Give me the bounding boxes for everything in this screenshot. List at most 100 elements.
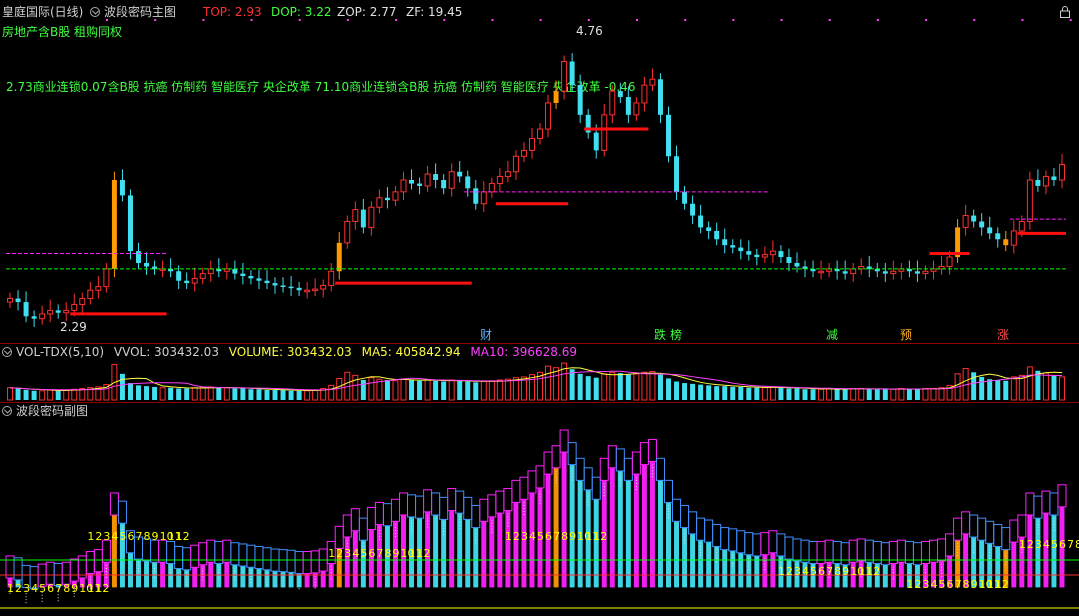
volume-bar (730, 386, 736, 400)
candle-body (601, 114, 608, 151)
band-box (647, 438, 657, 462)
band-box (543, 451, 553, 475)
volume-bar (585, 376, 591, 400)
volume-bar (328, 384, 335, 401)
volume-bar (168, 387, 174, 400)
top-dot-marker (925, 19, 928, 21)
band-box (182, 547, 192, 571)
histogram-bar (144, 560, 150, 588)
volume-bar (199, 387, 206, 401)
band-box (366, 506, 376, 530)
histogram-bar (674, 521, 680, 588)
candle-body (480, 191, 487, 205)
counter-label: 12 (176, 530, 190, 543)
candle-body (520, 149, 527, 157)
candle-body (360, 209, 366, 228)
candle-body (1051, 176, 1057, 180)
band-box (945, 533, 955, 557)
histogram-bar (433, 515, 439, 588)
candle-body (441, 180, 447, 189)
volume-bar (296, 390, 302, 400)
volume-bar (55, 390, 61, 400)
volume-bar (722, 386, 728, 400)
candle-body (754, 254, 760, 258)
counter-label: 7 (553, 530, 560, 543)
histogram-bar (1051, 515, 1057, 588)
histogram-bar (593, 499, 599, 588)
band-box (961, 511, 971, 535)
volume-bar (384, 380, 390, 400)
band-box (744, 532, 754, 556)
histogram-bar (722, 549, 728, 588)
counter-label: 5 (360, 547, 367, 560)
volume-bar (649, 371, 656, 401)
histogram-bar (1027, 515, 1033, 588)
volume-bar (882, 389, 888, 400)
candle-body (593, 132, 599, 151)
counter-label: 7 (55, 582, 62, 595)
band-box (559, 429, 569, 453)
counter-label: 1 (906, 578, 913, 591)
band-box (431, 492, 441, 516)
volume-bar (890, 388, 897, 401)
candle-body (63, 309, 70, 314)
histogram-bar (272, 571, 278, 588)
candle-body (424, 173, 431, 187)
candle-body (738, 247, 744, 252)
histogram-bar (136, 559, 141, 588)
band-box (174, 545, 184, 570)
counter-label: 12 (593, 530, 607, 543)
volume-bar (898, 387, 905, 401)
band-box (768, 530, 778, 554)
candle-body (191, 277, 198, 284)
counter-label: 1 (87, 530, 94, 543)
candle-body (23, 302, 29, 317)
band-box (487, 494, 497, 518)
candle-body (922, 270, 929, 275)
counter-label: 9 (971, 578, 978, 591)
histogram-bar (280, 571, 286, 588)
candle-body (384, 197, 390, 201)
candle-body (79, 298, 86, 305)
chart-canvas[interactable]: 1 2 3 4 5 6 7 8 9 1011121 2 3 4 5 6 7 8 9 1011121 2 3 4 5 6 7 8 9 1… (0, 0, 1079, 616)
band-box (45, 561, 55, 585)
band-box (101, 539, 111, 563)
candle-body (641, 84, 648, 104)
candle-body (184, 280, 190, 284)
volume-bar (1058, 376, 1065, 401)
volume-bar (280, 390, 286, 400)
top-dot-marker (395, 19, 398, 21)
candle-body (376, 197, 383, 208)
volume-bar (569, 369, 575, 400)
volume-bar (738, 386, 744, 400)
candle-body (488, 183, 495, 193)
candle-body (946, 256, 953, 268)
band-box (591, 476, 601, 500)
candle-body (971, 215, 977, 222)
band-box (728, 528, 738, 552)
histogram-bar (625, 480, 631, 588)
volume-bar (240, 388, 246, 400)
histogram-bar (481, 521, 487, 588)
volume-bar (682, 383, 688, 400)
volume-bar (504, 378, 511, 401)
candle-body (682, 191, 688, 204)
counter-label: 5 (39, 582, 46, 595)
candle-body (304, 289, 311, 293)
band-box (350, 508, 360, 532)
volume-bar (473, 382, 479, 400)
top-dot-marker (828, 19, 831, 21)
band-box (198, 542, 208, 566)
top-dot-marker (587, 19, 590, 21)
volume-bar (15, 388, 21, 400)
volume-bar (409, 380, 415, 400)
band-box (69, 558, 79, 582)
band-box (503, 488, 513, 512)
histogram-bar (521, 499, 527, 588)
band-box (302, 551, 312, 575)
candle-body (730, 245, 736, 248)
candle-body (1018, 220, 1025, 232)
band-box (262, 547, 272, 571)
counter-label: 8 (963, 578, 970, 591)
volume-bar (971, 372, 977, 400)
